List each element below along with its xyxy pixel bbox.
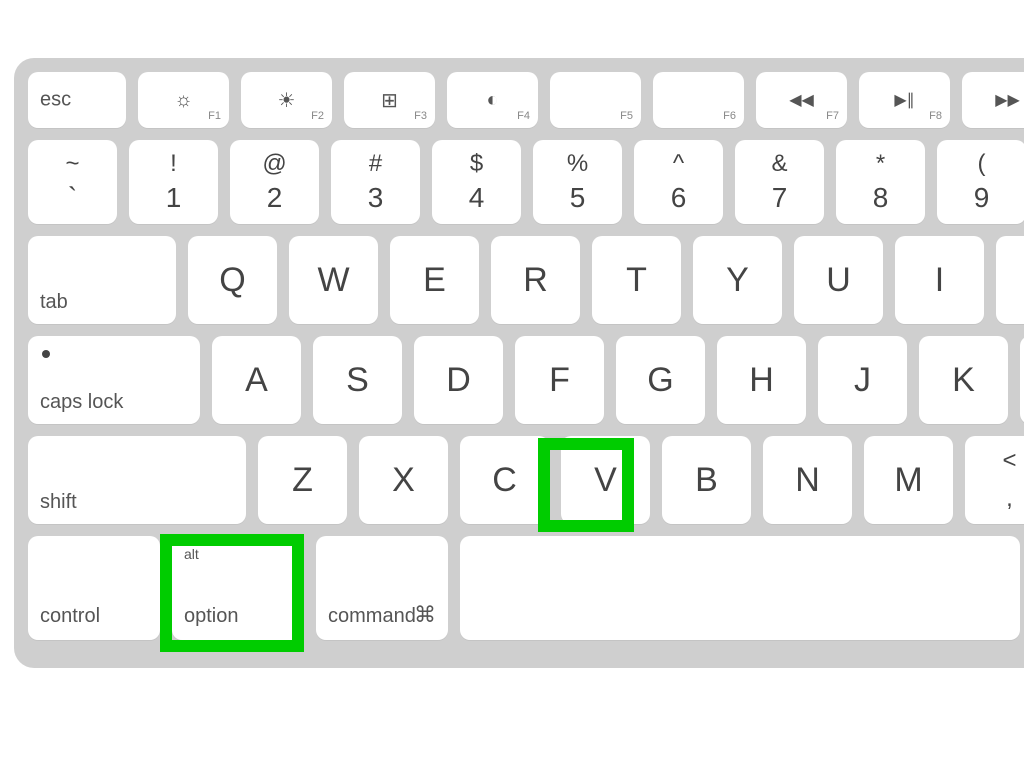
f-label: F5: [620, 110, 633, 122]
key-f2[interactable]: ☀ F2: [241, 72, 332, 128]
key-h[interactable]: H: [717, 336, 806, 424]
key-comma[interactable]: < ,: [965, 436, 1024, 524]
f-label: F1: [208, 110, 221, 122]
key-x[interactable]: X: [359, 436, 448, 524]
row-qwerty: tab Q W E R T Y U I O: [28, 236, 1024, 324]
rewind-icon: ◀◀: [789, 90, 814, 110]
key-esc[interactable]: esc: [28, 72, 126, 128]
key-i[interactable]: I: [895, 236, 984, 324]
key-u[interactable]: U: [794, 236, 883, 324]
row-zxcv: shift Z X C V B N M < ,: [28, 436, 1024, 524]
dashboard-icon: ◐: [486, 89, 498, 112]
esc-label: esc: [40, 89, 71, 112]
brightness-up-icon: ☀: [278, 88, 296, 113]
key-f7[interactable]: ◀◀ F7: [756, 72, 847, 128]
key-backtick[interactable]: ~ `: [28, 140, 117, 224]
alt-label: alt: [184, 546, 199, 562]
key-shift[interactable]: shift: [28, 436, 246, 524]
row-numbers: ~ ` ! 1 @ 2 # 3 $ 4 % 5 ^ 6 & 7: [28, 140, 1024, 224]
key-9[interactable]: ( 9: [937, 140, 1024, 224]
row-asdf: caps lock A S D F G H J K L: [28, 336, 1024, 424]
play-pause-icon: ▶∥: [894, 90, 914, 110]
key-w[interactable]: W: [289, 236, 378, 324]
key-o[interactable]: O: [996, 236, 1024, 324]
key-caps-lock[interactable]: caps lock: [28, 336, 200, 424]
row-bottom: control alt option command ⌘: [28, 536, 1024, 640]
f-label: F6: [723, 110, 736, 122]
key-2[interactable]: @ 2: [230, 140, 319, 224]
key-m[interactable]: M: [864, 436, 953, 524]
key-control[interactable]: control: [28, 536, 160, 640]
command-icon: ⌘: [414, 602, 436, 628]
f-label: F4: [517, 110, 530, 122]
key-1[interactable]: ! 1: [129, 140, 218, 224]
caps-label: caps lock: [40, 391, 123, 414]
row-function: esc ☼ F1 ☀ F2 ⊞ F3 ◐ F4 F5 F6 ◀◀ F7 ▶∥: [28, 72, 1024, 128]
key-f3[interactable]: ⊞ F3: [344, 72, 435, 128]
key-4[interactable]: $ 4: [432, 140, 521, 224]
key-5[interactable]: % 5: [533, 140, 622, 224]
key-f6[interactable]: F6: [653, 72, 744, 128]
key-3[interactable]: # 3: [331, 140, 420, 224]
brightness-down-icon: ☼: [174, 89, 192, 112]
mission-control-icon: ⊞: [381, 88, 398, 113]
key-option[interactable]: alt option: [172, 536, 304, 640]
key-f[interactable]: F: [515, 336, 604, 424]
key-7[interactable]: & 7: [735, 140, 824, 224]
key-v[interactable]: V: [561, 436, 650, 524]
key-f8[interactable]: ▶∥ F8: [859, 72, 950, 128]
key-r[interactable]: R: [491, 236, 580, 324]
key-g[interactable]: G: [616, 336, 705, 424]
f-label: F2: [311, 110, 324, 122]
key-8[interactable]: * 8: [836, 140, 925, 224]
key-f5[interactable]: F5: [550, 72, 641, 128]
key-6[interactable]: ^ 6: [634, 140, 723, 224]
key-bot: `: [68, 184, 77, 212]
key-y[interactable]: Y: [693, 236, 782, 324]
key-f4[interactable]: ◐ F4: [447, 72, 538, 128]
tab-label: tab: [40, 291, 68, 314]
key-z[interactable]: Z: [258, 436, 347, 524]
key-l[interactable]: L: [1020, 336, 1024, 424]
key-space[interactable]: [460, 536, 1020, 640]
key-e[interactable]: E: [390, 236, 479, 324]
key-j[interactable]: J: [818, 336, 907, 424]
key-b[interactable]: B: [662, 436, 751, 524]
fast-forward-icon: ▶▶: [995, 90, 1020, 110]
option-label: option: [184, 605, 239, 628]
key-n[interactable]: N: [763, 436, 852, 524]
key-k[interactable]: K: [919, 336, 1008, 424]
control-label: control: [40, 605, 100, 628]
key-a[interactable]: A: [212, 336, 301, 424]
shift-label: shift: [40, 491, 77, 514]
key-tab[interactable]: tab: [28, 236, 176, 324]
command-label: command: [328, 605, 416, 628]
f-label: F7: [826, 110, 839, 122]
key-q[interactable]: Q: [188, 236, 277, 324]
keyboard: esc ☼ F1 ☀ F2 ⊞ F3 ◐ F4 F5 F6 ◀◀ F7 ▶∥: [14, 58, 1024, 668]
key-t[interactable]: T: [592, 236, 681, 324]
key-top: ~: [65, 152, 79, 176]
key-f1[interactable]: ☼ F1: [138, 72, 229, 128]
key-c[interactable]: C: [460, 436, 549, 524]
key-s[interactable]: S: [313, 336, 402, 424]
f-label: F8: [929, 110, 942, 122]
key-f9[interactable]: ▶▶ F9: [962, 72, 1024, 128]
key-command[interactable]: command ⌘: [316, 536, 448, 640]
f-label: F3: [414, 110, 427, 122]
caps-indicator-icon: [42, 350, 50, 358]
key-d[interactable]: D: [414, 336, 503, 424]
